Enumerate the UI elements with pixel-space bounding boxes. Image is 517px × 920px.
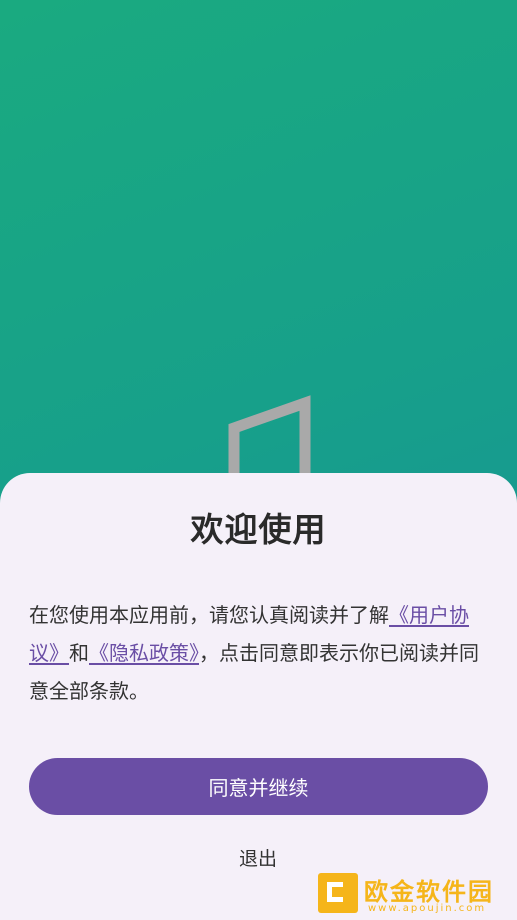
watermark-name: 欧金软件园 [364,878,494,906]
exit-button[interactable]: 退出 [208,840,308,874]
notice-text-before: 在您使用本应用前，请您认真阅读并了解 [29,603,389,627]
app-screen: 欢迎使用 在您使用本应用前，请您认真阅读并了解《用户协议》和《隐私政策》，点击同… [0,0,517,920]
watermark-logo-icon [318,873,358,913]
watermark: 欧金软件园 www.apoujin.com [318,872,512,916]
notice-text-and: 和 [69,641,89,665]
watermark-url: www.apoujin.com [368,903,487,914]
dialog-title: 欢迎使用 [190,510,327,549]
privacy-notice: 在您使用本应用前，请您认真阅读并了解《用户协议》和《隐私政策》，点击同意即表示你… [29,596,491,710]
privacy-policy-link[interactable]: 《隐私政策》 [89,641,199,665]
app-logo-icon [228,395,311,485]
agree-continue-button[interactable]: 同意并继续 [29,758,488,815]
